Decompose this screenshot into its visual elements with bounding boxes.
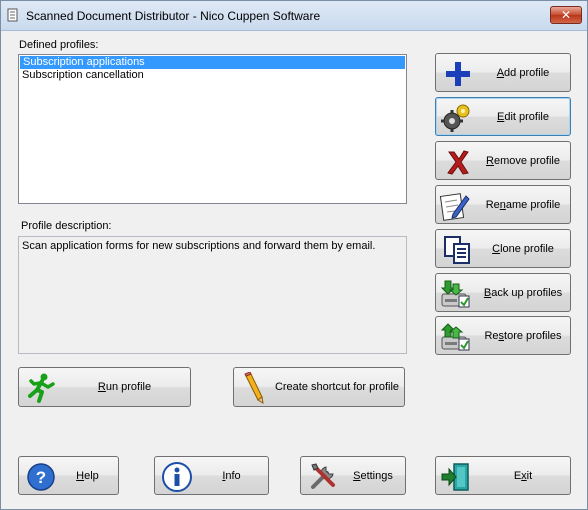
backup-drive-icon — [440, 280, 470, 308]
settings-button[interactable]: Settings — [300, 456, 406, 495]
remove-profile-button[interactable]: Remove profile — [435, 141, 571, 180]
profile-description-box: Scan application forms for new subscript… — [18, 236, 407, 354]
profile-description-label: Profile description: — [21, 220, 112, 232]
list-item[interactable]: Subscription applications — [20, 56, 405, 69]
back-up-profiles-button[interactable]: Back up profiles — [435, 273, 571, 312]
edit-profile-button[interactable]: Edit profile — [435, 97, 571, 136]
info-icon — [162, 462, 192, 492]
pencil-icon — [244, 372, 264, 404]
help-icon: ? — [27, 463, 55, 491]
red-x-icon — [447, 150, 469, 175]
restore-drive-icon — [440, 323, 470, 351]
app-window: Scanned Document Distributor - Nico Cupp… — [0, 0, 588, 510]
document-pen-icon — [439, 193, 470, 221]
profiles-listbox[interactable]: Subscription applications Subscription c… — [18, 54, 407, 204]
create-shortcut-button[interactable]: Create shortcut for profile — [233, 367, 405, 407]
gears-icon — [441, 104, 470, 132]
app-document-icon — [7, 8, 18, 22]
title-bar[interactable]: Scanned Document Distributor - Nico Cupp… — [1, 1, 587, 31]
add-profile-button[interactable]: Add profile — [435, 53, 571, 92]
svg-text:?: ? — [36, 468, 46, 487]
profile-description-text: Scan application forms for new subscript… — [22, 240, 376, 252]
list-item[interactable]: Subscription cancellation — [19, 69, 406, 82]
window-title: Scanned Document Distributor - Nico Cupp… — [26, 9, 321, 23]
plus-icon — [446, 62, 470, 86]
copy-documents-icon — [444, 236, 470, 264]
restore-profiles-button[interactable]: Re s tore profiles — [435, 316, 571, 355]
tools-icon — [311, 463, 335, 489]
close-icon: ✕ — [560, 8, 572, 22]
clone-profile-button[interactable]: Clone profile — [435, 229, 571, 268]
help-button[interactable]: ? Help — [18, 456, 119, 495]
exit-button[interactable]: Ex it — [435, 456, 571, 495]
rename-profile-button[interactable]: Re n ame profile — [435, 185, 571, 224]
running-man-icon — [28, 373, 55, 403]
close-window-button[interactable]: ✕ — [550, 6, 582, 24]
run-profile-button[interactable]: Run profile — [18, 367, 191, 407]
info-button[interactable]: Info — [154, 456, 269, 495]
exit-door-icon — [441, 463, 469, 491]
defined-profiles-label: Defined profiles: — [19, 39, 99, 51]
